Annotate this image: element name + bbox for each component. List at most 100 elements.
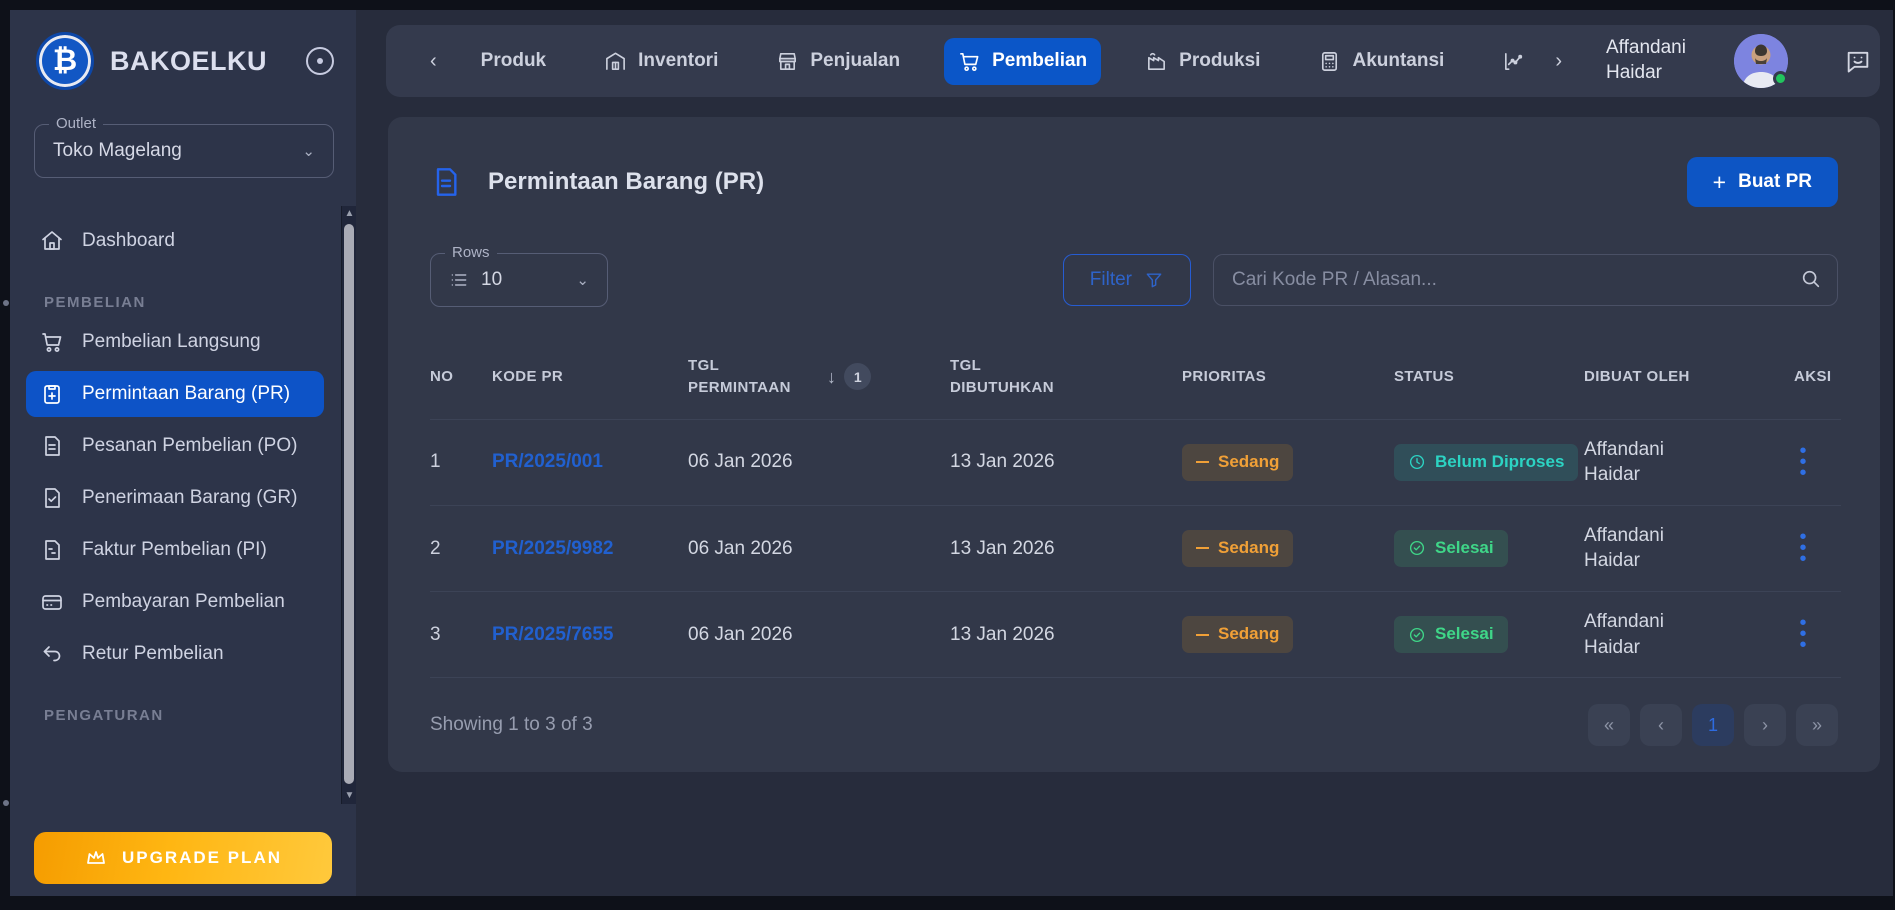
pr-code-link[interactable]: PR/2025/7655	[492, 624, 614, 645]
rows-per-page-select[interactable]: Rows 10 ⌄	[430, 253, 608, 307]
rows-label: Rows	[445, 244, 497, 261]
sidebar-item-pembelian-langsung[interactable]: Pembelian Langsung	[26, 319, 324, 365]
storefront-icon	[776, 50, 799, 73]
cell-no: 2	[430, 505, 492, 591]
nav-item-inventori[interactable]: Inventori	[590, 38, 732, 85]
cell-no: 3	[430, 592, 492, 678]
clipboard-plus-icon	[40, 382, 64, 406]
main-area: ‹ Produk Inventori Penjualan Pembelian	[356, 10, 1893, 896]
pr-code-link[interactable]: PR/2025/001	[492, 451, 603, 472]
page-first-button[interactable]: «	[1588, 704, 1630, 746]
file-text-icon	[40, 434, 64, 458]
pr-table: NO KODE PR TGL PERMINTAAN ↓1 TGL DIBUTUHK…	[430, 341, 1841, 678]
filter-button[interactable]: Filter	[1063, 254, 1191, 306]
scroll-down-icon[interactable]: ▼	[342, 788, 357, 804]
sidebar-item-label: Permintaan Barang (PR)	[82, 382, 290, 406]
pr-code-link[interactable]: PR/2025/9982	[492, 538, 614, 559]
page-number-button[interactable]: 1	[1692, 704, 1734, 746]
col-no[interactable]: NO	[430, 341, 492, 419]
dash-icon	[1196, 547, 1209, 549]
outlet-value: Toko Magelang	[53, 140, 182, 162]
col-tgl-dibutuhkan[interactable]: TGL DIBUTUHKAN	[950, 341, 1182, 419]
clock-icon	[1408, 453, 1426, 471]
sidebar-scrollbar[interactable]: ▲ ▼	[341, 206, 356, 804]
sidebar-item-label: Faktur Pembelian (PI)	[82, 538, 267, 562]
nav-item-produksi[interactable]: Produksi	[1131, 38, 1274, 85]
cell-dibuat-oleh: Affandani Haidar	[1584, 609, 1689, 660]
sidebar-item-retur-pembelian[interactable]: Retur Pembelian	[26, 631, 324, 677]
app-window: ₿ BAKOELKU Outlet Toko Magelang ⌄ Dashbo…	[0, 0, 1895, 910]
col-aksi: AKSI	[1794, 341, 1841, 419]
search-icon	[1800, 268, 1822, 290]
sidebar-header: ₿ BAKOELKU	[10, 32, 356, 90]
showing-summary: Showing 1 to 3 of 3	[430, 714, 593, 736]
brand-logo-icon: ₿	[36, 32, 94, 90]
nav-item-akuntansi[interactable]: Akuntansi	[1304, 38, 1458, 85]
content-card: Permintaan Barang (PR) + Buat PR Rows 10	[388, 117, 1880, 772]
pagination: « ‹ 1 › »	[1588, 704, 1838, 746]
document-icon	[430, 166, 462, 198]
cart-icon	[958, 50, 981, 73]
upgrade-plan-button[interactable]: UPGRADE PLAN	[34, 832, 332, 884]
nav-item-laporan[interactable]	[1488, 38, 1525, 85]
nav-scroll-left-icon[interactable]: ‹	[430, 50, 437, 73]
chart-icon	[1502, 50, 1525, 73]
cell-dibuat-oleh: Affandani Haidar	[1584, 437, 1689, 488]
sidebar: ₿ BAKOELKU Outlet Toko Magelang ⌄ Dashbo…	[10, 10, 356, 896]
chevron-down-icon: ⌄	[302, 142, 315, 160]
row-actions-button[interactable]: •••	[1794, 532, 1812, 565]
outlet-select[interactable]: Outlet Toko Magelang ⌄	[34, 124, 334, 178]
sidebar-section-pembelian: PEMBELIAN	[44, 294, 330, 311]
sidebar-collapse-icon[interactable]	[306, 47, 334, 75]
section-bullet	[3, 300, 9, 306]
user-first-name: Affandani	[1606, 36, 1686, 61]
sidebar-item-pembayaran-pembelian[interactable]: Pembayaran Pembelian	[26, 579, 324, 625]
check-circle-icon	[1408, 539, 1426, 557]
sidebar-nav: Dashboard PEMBELIAN Pembelian Langsung P…	[10, 212, 356, 822]
col-tgl-permintaan[interactable]: TGL PERMINTAAN ↓1	[688, 341, 950, 419]
col-dibuat-oleh[interactable]: DIBUAT OLEH	[1584, 341, 1794, 419]
sidebar-item-faktur-pembelian[interactable]: Faktur Pembelian (PI)	[26, 527, 324, 573]
user-avatar[interactable]	[1734, 34, 1788, 88]
funnel-icon	[1144, 270, 1164, 290]
page-next-button[interactable]: ›	[1744, 704, 1786, 746]
cell-tgl-dibutuhkan: 13 Jan 2026	[950, 592, 1182, 678]
buat-pr-button[interactable]: + Buat PR	[1687, 157, 1838, 207]
page-prev-button[interactable]: ‹	[1640, 704, 1682, 746]
nav-scroll-right-icon[interactable]: ›	[1555, 50, 1562, 73]
dash-icon	[1196, 634, 1209, 636]
scrollbar-thumb[interactable]	[344, 224, 354, 784]
cell-tgl-dibutuhkan: 13 Jan 2026	[950, 419, 1182, 505]
sidebar-item-pesanan-pembelian[interactable]: Pesanan Pembelian (PO)	[26, 423, 324, 469]
sort-order-badge: 1	[844, 363, 871, 390]
dash-icon	[1196, 461, 1209, 463]
sidebar-item-permintaan-barang[interactable]: Permintaan Barang (PR)	[26, 371, 324, 417]
search-input[interactable]	[1213, 254, 1838, 306]
row-actions-button[interactable]: •••	[1794, 618, 1812, 651]
priority-badge: Sedang	[1182, 444, 1293, 481]
scroll-up-icon[interactable]: ▲	[342, 206, 357, 222]
brand-name: BAKOELKU	[110, 46, 267, 77]
col-label: TGL PERMINTAAN	[688, 355, 813, 399]
col-prioritas[interactable]: PRIORITAS	[1182, 341, 1394, 419]
table-row: 2 PR/2025/9982 06 Jan 2026 13 Jan 2026 S…	[430, 505, 1841, 591]
col-kode-pr[interactable]: KODE PR	[492, 341, 688, 419]
page-last-button[interactable]: »	[1796, 704, 1838, 746]
check-circle-icon	[1408, 626, 1426, 644]
col-status[interactable]: STATUS	[1394, 341, 1584, 419]
top-navbar: ‹ Produk Inventori Penjualan Pembelian	[386, 25, 1880, 97]
upgrade-plan-label: UPGRADE PLAN	[122, 848, 282, 868]
sidebar-item-dashboard[interactable]: Dashboard	[26, 218, 324, 264]
return-arrow-icon	[40, 642, 64, 666]
row-actions-button[interactable]: •••	[1794, 446, 1812, 479]
chat-button[interactable]	[1844, 47, 1872, 75]
nav-item-penjualan[interactable]: Penjualan	[762, 38, 914, 85]
buat-pr-label: Buat PR	[1738, 171, 1812, 193]
sidebar-item-penerimaan-barang[interactable]: Penerimaan Barang (GR)	[26, 475, 324, 521]
nav-item-produk[interactable]: Produk	[467, 38, 560, 84]
user-name[interactable]: Affandani Haidar	[1606, 36, 1686, 85]
nav-item-pembelian[interactable]: Pembelian	[944, 38, 1101, 85]
factory-icon	[1145, 50, 1168, 73]
sort-control[interactable]: ↓1	[827, 363, 871, 390]
cell-tgl-permintaan: 06 Jan 2026	[688, 419, 950, 505]
